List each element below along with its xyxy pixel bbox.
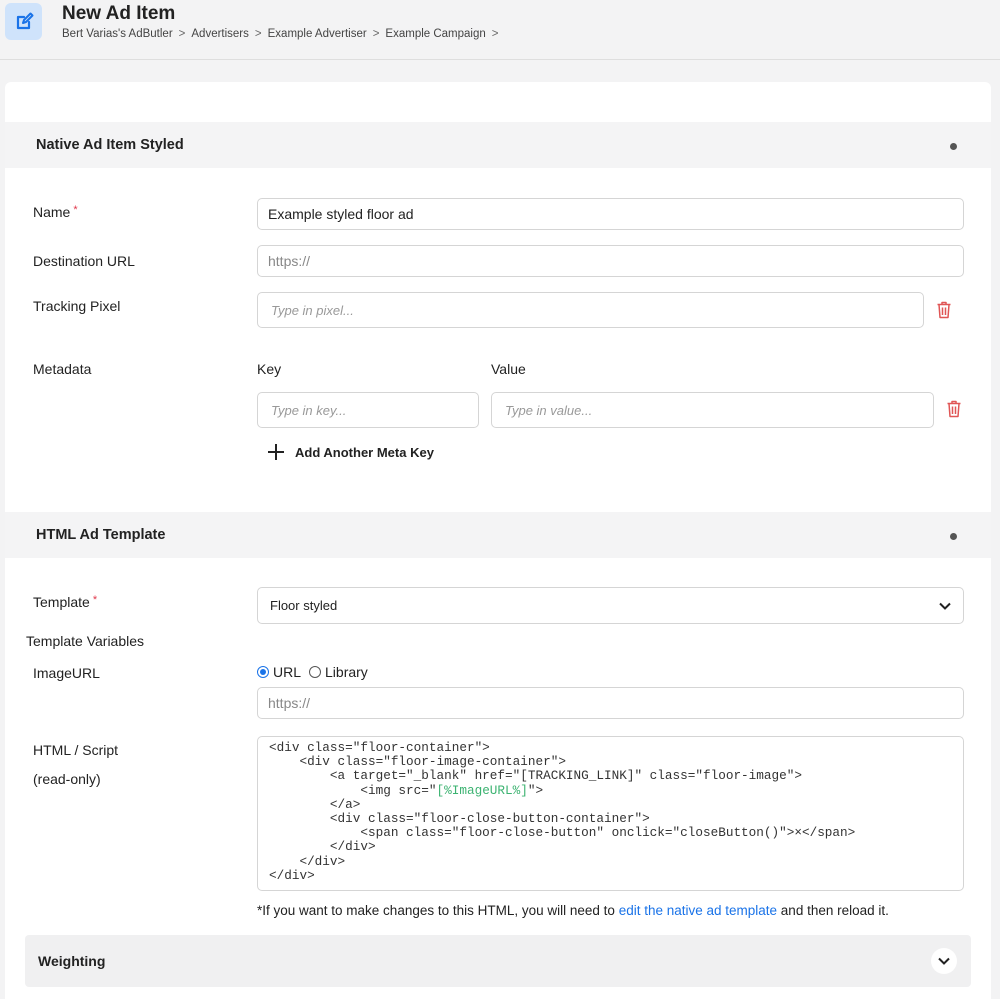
radio-url[interactable]	[257, 666, 269, 678]
expand-weighting-button[interactable]	[931, 948, 957, 974]
trash-icon[interactable]	[946, 400, 962, 418]
code-line: <div class="floor-image-container">	[269, 754, 566, 770]
breadcrumb-separator: >	[254, 28, 262, 40]
native-section-header[interactable]: Native Ad Item Styled	[5, 122, 991, 168]
breadcrumb-separator: >	[491, 28, 499, 40]
tracking-pixel-label: Tracking Pixel	[33, 298, 121, 314]
tracking-pixel-input[interactable]: Type in pixel...	[257, 292, 924, 328]
breadcrumb-item-advertisers[interactable]: Advertisers	[191, 28, 249, 40]
edit-template-link[interactable]: edit the native ad template	[619, 903, 777, 918]
code-line: ">	[527, 782, 544, 798]
template-variables-label: Template Variables	[26, 633, 145, 649]
dot-icon[interactable]	[950, 143, 957, 150]
template-label: Template *	[33, 594, 97, 610]
name-label: Name *	[33, 204, 78, 220]
code-line: <div class="floor-container">	[269, 740, 490, 755]
code-line: </a>	[269, 796, 361, 812]
meta-key-input[interactable]: Type in key...	[257, 392, 479, 428]
code-line: <div class="floor-close-button-container…	[269, 811, 650, 827]
native-section-title: Native Ad Item Styled	[36, 137, 184, 153]
name-label-text: Name	[33, 204, 71, 220]
trash-icon[interactable]	[936, 301, 952, 319]
template-variable-token: [%ImageURL%]	[436, 782, 528, 798]
image-source-radio-group: URL Library	[257, 664, 368, 680]
breadcrumb-item-account[interactable]: Bert Varias's AdButler	[62, 28, 173, 40]
code-line: </div>	[269, 867, 315, 883]
template-select-value: Floor styled	[270, 598, 338, 613]
breadcrumb-separator: >	[178, 28, 186, 40]
page-header: New Ad Item Bert Varias's AdButler > Adv…	[0, 0, 1000, 60]
plus-icon	[268, 444, 284, 460]
value-column-header: Value	[491, 361, 526, 377]
breadcrumb-item-advertiser[interactable]: Example Advertiser	[268, 28, 367, 40]
weighting-title: Weighting	[38, 953, 106, 969]
breadcrumb: Bert Varias's AdButler > Advertisers > E…	[62, 28, 499, 40]
radio-library-label[interactable]: Library	[325, 664, 368, 680]
template-section-header[interactable]: HTML Ad Template	[5, 512, 991, 558]
template-select[interactable]: Floor styled	[257, 587, 964, 624]
destination-url-label: Destination URL	[33, 253, 135, 269]
read-only-label: (read-only)	[33, 771, 101, 787]
code-line: <img src="	[269, 782, 437, 798]
key-column-header: Key	[257, 361, 282, 377]
edit-square-icon	[5, 3, 42, 40]
meta-value-input[interactable]: Type in value...	[491, 392, 934, 428]
dot-icon[interactable]	[950, 533, 957, 540]
page-title: New Ad Item	[62, 3, 176, 24]
breadcrumb-separator: >	[372, 28, 380, 40]
breadcrumb-item-campaign[interactable]: Example Campaign	[385, 28, 485, 40]
template-label-text: Template	[33, 594, 90, 610]
code-line: <a target="_blank" href="[TRACKING_LINK]…	[269, 768, 802, 784]
name-input[interactable]: Example styled floor ad	[257, 198, 964, 230]
html-script-code: <div class="floor-container"> <div class…	[257, 736, 964, 891]
html-script-label: HTML / Script	[33, 742, 119, 758]
image-url-label: ImageURL	[33, 665, 100, 681]
required-mark: *	[92, 594, 98, 606]
note-text: *If you want to make changes to this HTM…	[257, 903, 619, 918]
destination-url-input[interactable]: https://	[257, 245, 964, 277]
note-text-end: and then reload it.	[777, 903, 889, 918]
code-line: </div>	[269, 839, 376, 855]
add-meta-key-button[interactable]: Add Another Meta Key	[267, 443, 434, 461]
code-line: </div>	[269, 853, 346, 869]
chevron-down-icon	[939, 602, 951, 610]
add-meta-key-label: Add Another Meta Key	[295, 444, 434, 460]
image-url-input[interactable]: https://	[257, 687, 964, 719]
metadata-label: Metadata	[33, 361, 92, 377]
weighting-section[interactable]: Weighting	[25, 935, 971, 987]
ad-item-form: Native Ad Item Styled Name * Example styl…	[5, 82, 991, 999]
required-mark: *	[73, 204, 78, 216]
chevron-down-icon	[938, 957, 950, 965]
radio-library[interactable]	[309, 666, 322, 678]
template-edit-note: *If you want to make changes to this HTM…	[257, 903, 889, 918]
template-section-title: HTML Ad Template	[36, 527, 166, 543]
radio-url-label[interactable]: URL	[273, 664, 301, 680]
code-line: <span class="floor-close-button" onclick…	[269, 825, 856, 841]
